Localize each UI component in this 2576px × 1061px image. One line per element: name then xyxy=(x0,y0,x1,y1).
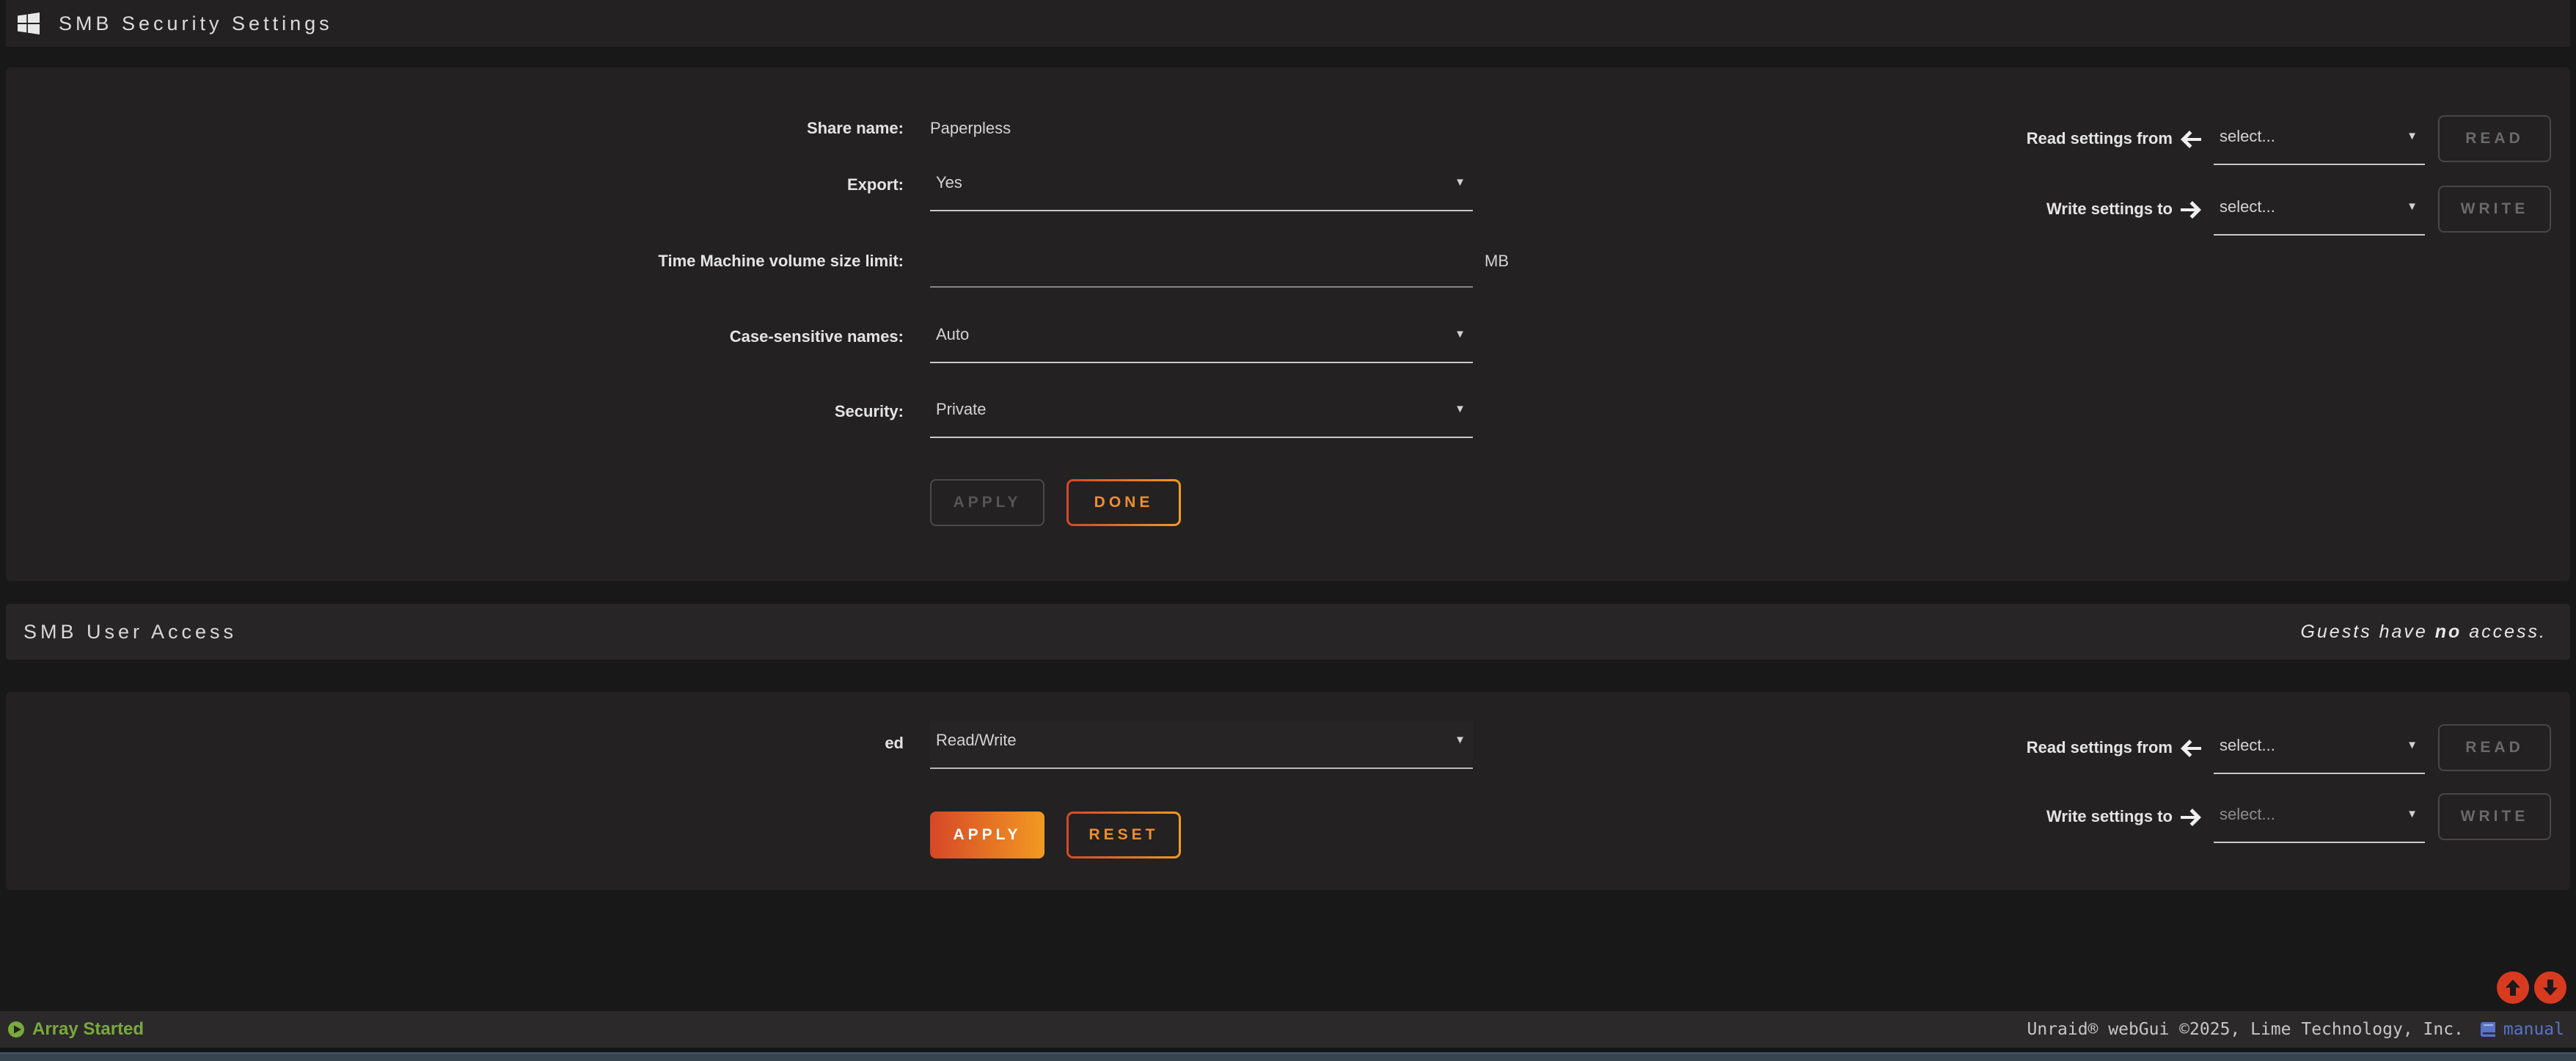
section-title: SMB User Access xyxy=(23,621,237,643)
write-settings-to-label: Write settings to xyxy=(1834,198,2173,220)
share-name-value: Paperpless xyxy=(930,117,1011,139)
guest-note-bold: no xyxy=(2435,621,2462,642)
write-target-value: select... xyxy=(2220,197,2275,216)
write-settings-to-label: Write settings to xyxy=(1834,806,2173,828)
manual-link[interactable]: manual xyxy=(2503,1020,2564,1039)
guest-note-pre: Guests have xyxy=(2300,621,2434,642)
tm-size-input[interactable] xyxy=(930,241,1473,288)
tm-size-unit: MB xyxy=(1485,250,1509,272)
read-settings-from-label: Read settings from xyxy=(1834,128,2173,150)
read-source-select[interactable]: select... ▼ xyxy=(2214,726,2425,774)
chevron-down-icon: ▼ xyxy=(2407,808,2418,820)
user-access-select[interactable]: Read/Write ▼ xyxy=(930,721,1473,769)
arrow-left-icon xyxy=(2180,739,2202,758)
apply-button[interactable]: APPLY xyxy=(930,812,1044,858)
write-button[interactable]: WRITE xyxy=(2438,186,2551,233)
chevron-down-icon: ▼ xyxy=(1455,734,1466,746)
chevron-down-icon: ▼ xyxy=(2407,739,2418,751)
chevron-down-icon: ▼ xyxy=(1455,176,1466,189)
windows-grid-icon xyxy=(18,12,40,34)
share-name-label: Share name: xyxy=(293,117,904,139)
guest-note-post: access. xyxy=(2462,621,2547,642)
arrow-up-icon xyxy=(2503,978,2522,997)
chevron-down-icon: ▼ xyxy=(2407,200,2418,213)
read-source-select[interactable]: select... ▼ xyxy=(2214,117,2425,165)
smb-user-access-header: SMB User Access Guests have no access. xyxy=(6,604,2570,660)
guest-access-note: Guests have no access. xyxy=(2300,621,2547,643)
security-value: Private xyxy=(936,400,986,419)
export-label: Export: xyxy=(293,174,904,196)
array-status-text: Array Started xyxy=(32,1019,144,1040)
write-target-value: select... xyxy=(2220,805,2275,824)
security-select[interactable]: Private ▼ xyxy=(930,390,1473,438)
scroll-up-button[interactable] xyxy=(2497,971,2529,1004)
user-access-value: Read/Write xyxy=(936,731,1017,750)
write-target-select[interactable]: select... ▼ xyxy=(2214,187,2425,236)
case-sensitive-label: Case-sensitive names: xyxy=(293,326,904,348)
apply-button-disabled[interactable]: APPLY xyxy=(930,479,1044,526)
copyright-text: Unraid® webGui ©2025, Lime Technology, I… xyxy=(2027,1020,2463,1039)
copyright: Unraid® webGui ©2025, Lime Technology, I… xyxy=(2027,1020,2564,1039)
reset-button[interactable]: RESET xyxy=(1066,812,1181,858)
read-source-value: select... xyxy=(2220,736,2275,755)
chevron-down-icon: ▼ xyxy=(1455,328,1466,340)
case-sensitive-value: Auto xyxy=(936,325,969,344)
security-label: Security: xyxy=(293,401,904,423)
read-button[interactable]: READ xyxy=(2438,724,2551,771)
arrow-down-icon xyxy=(2541,978,2560,997)
chevron-down-icon: ▼ xyxy=(1455,403,1466,415)
chevron-down-icon: ▼ xyxy=(2407,130,2418,142)
export-select-value: Yes xyxy=(936,173,962,192)
tm-size-label: Time Machine volume size limit: xyxy=(293,250,904,272)
read-source-value: select... xyxy=(2220,127,2275,146)
arrow-right-icon xyxy=(2180,808,2202,827)
footer-bar: Array Started Unraid® webGui ©2025, Lime… xyxy=(0,1011,2576,1048)
write-target-select[interactable]: select... ▼ xyxy=(2214,795,2425,843)
title-bar: SMB Security Settings xyxy=(6,0,2570,47)
done-button[interactable]: DONE xyxy=(1066,479,1181,526)
page-title: SMB Security Settings xyxy=(59,12,333,35)
scroll-down-button[interactable] xyxy=(2534,971,2566,1004)
case-sensitive-select[interactable]: Auto ▼ xyxy=(930,315,1473,363)
arrow-left-icon xyxy=(2180,130,2202,149)
read-button[interactable]: READ xyxy=(2438,115,2551,162)
book-icon xyxy=(2480,1021,2498,1038)
reset-button-label: RESET xyxy=(1069,814,1179,856)
export-select[interactable]: Yes ▼ xyxy=(930,163,1473,211)
user-name-label: ed xyxy=(733,732,904,754)
done-button-label: DONE xyxy=(1069,481,1179,524)
arrow-right-icon xyxy=(2180,200,2202,219)
read-settings-from-label: Read settings from xyxy=(1834,737,2173,759)
play-circle-icon xyxy=(7,1021,25,1038)
array-status: Array Started xyxy=(7,1019,144,1040)
bottom-edge-bar xyxy=(0,1052,2576,1061)
write-button[interactable]: WRITE xyxy=(2438,793,2551,840)
